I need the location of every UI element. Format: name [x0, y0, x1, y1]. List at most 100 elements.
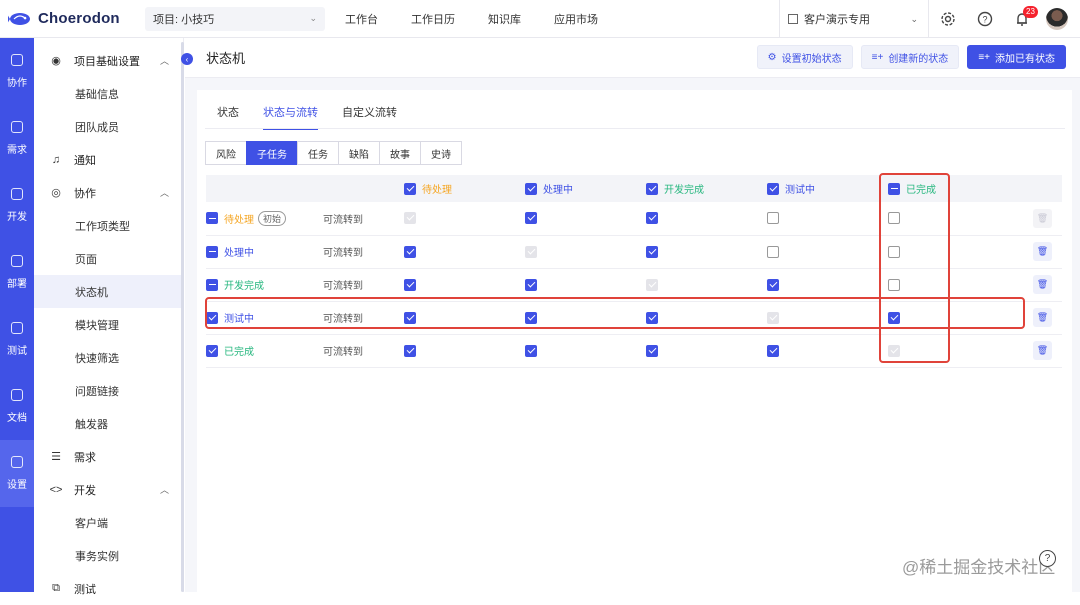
create-state-button[interactable]: ≡+ 创建新的状态	[860, 45, 960, 69]
column-select-all-checkbox[interactable]	[767, 182, 779, 195]
notifications-button[interactable]: 23	[1003, 0, 1040, 38]
transition-checkbox[interactable]	[888, 311, 900, 324]
row-checkbox[interactable]	[206, 278, 218, 291]
transition-cell	[888, 268, 1033, 302]
nav-workbench[interactable]: 工作台	[345, 11, 378, 27]
sidebar-scrollbar[interactable]	[181, 42, 184, 592]
chevron-up-icon: ︿	[159, 485, 169, 495]
module-settings[interactable]: 设置	[0, 440, 34, 507]
sidebar-item-modules[interactable]: 模块管理	[34, 308, 183, 341]
sidebar-item-quick-filters[interactable]: 快速筛选	[34, 341, 183, 374]
nav-calendar[interactable]: 工作日历	[411, 11, 455, 27]
tab-states[interactable]: 状态	[217, 104, 239, 130]
tab-states-transitions[interactable]: 状态与流转	[263, 104, 318, 130]
brand-logo[interactable]: Choerodon	[0, 10, 145, 28]
sidebar-item-pages[interactable]: 页面	[34, 242, 183, 275]
bell-icon: ♫	[51, 153, 61, 166]
help-button[interactable]: ?	[966, 0, 1003, 38]
issue-type-task[interactable]: 任务	[297, 141, 339, 165]
sidebar-item-issue-links[interactable]: 问题链接	[34, 374, 183, 407]
collapse-sidebar-button[interactable]: ‹	[181, 53, 193, 65]
transition-checkbox[interactable]	[888, 212, 900, 225]
sidebar-group-collab[interactable]: ◎ 协作 ︿	[34, 176, 183, 209]
table-row: 测试中 可流转到 🗑	[206, 301, 1062, 335]
tab-custom-transitions[interactable]: 自定义流转	[342, 104, 397, 130]
issue-type-risk[interactable]: 风险	[205, 141, 247, 165]
collab-icon	[11, 54, 23, 66]
chevron-down-icon: ⌄	[910, 13, 918, 24]
column-header-label: 测试中	[785, 185, 815, 196]
code-icon	[11, 188, 23, 200]
delete-state-button[interactable]: 🗑	[1033, 242, 1052, 261]
transition-checkbox[interactable]	[525, 344, 537, 357]
column-select-all-checkbox[interactable]	[404, 182, 416, 195]
sidebar-group-requirements[interactable]: ☰ 需求	[34, 440, 183, 473]
issue-type-story[interactable]: 故事	[379, 141, 421, 165]
project-select[interactable]: 项目: 小技巧 ⌄	[145, 6, 325, 31]
transition-checkbox[interactable]	[404, 311, 416, 324]
transition-checkbox[interactable]	[888, 245, 900, 258]
column-select-all-checkbox[interactable]	[525, 182, 537, 195]
row-checkbox[interactable]	[206, 245, 218, 258]
help-float-button[interactable]: ?	[1039, 550, 1056, 567]
sidebar-item-transaction-instances[interactable]: 事务实例	[34, 539, 183, 572]
transition-checkbox[interactable]	[646, 245, 658, 258]
sidebar-item-basic-info[interactable]: 基础信息	[34, 77, 183, 110]
transition-checkbox[interactable]	[404, 245, 416, 258]
module-dev[interactable]: 开发	[0, 172, 34, 239]
sidebar-item-team-members[interactable]: 团队成员	[34, 110, 183, 143]
transition-checkbox[interactable]	[767, 344, 779, 357]
nav-knowledge[interactable]: 知识库	[488, 11, 521, 27]
module-requirements[interactable]: 需求	[0, 105, 34, 172]
column-select-all-checkbox[interactable]	[888, 182, 900, 195]
transition-cell	[525, 268, 646, 302]
list-icon: ☰	[51, 451, 61, 463]
sidebar-group-notifications[interactable]: ♫ 通知	[34, 143, 183, 176]
module-docs[interactable]: 文档	[0, 373, 34, 440]
transition-checkbox[interactable]	[888, 278, 900, 291]
issue-type-epic[interactable]: 史诗	[420, 141, 462, 165]
user-avatar[interactable]	[1046, 8, 1068, 30]
row-checkbox[interactable]	[206, 344, 218, 357]
transition-checkbox[interactable]	[767, 212, 779, 225]
add-list-icon: ≡+	[978, 51, 990, 63]
sidebar-group-project-settings[interactable]: ◉ 项目基础设置 ︿	[34, 44, 183, 77]
transition-checkbox[interactable]	[404, 278, 416, 291]
settings-icon	[11, 456, 23, 468]
transition-checkbox[interactable]	[525, 311, 537, 324]
set-initial-state-button[interactable]: ⚙ 设置初始状态	[756, 45, 853, 69]
add-existing-state-button[interactable]: ≡+ 添加已有状态	[967, 45, 1066, 69]
sidebar-item-triggers[interactable]: 触发器	[34, 407, 183, 440]
module-collab[interactable]: 协作	[0, 38, 34, 105]
sidebar-item-issue-types[interactable]: 工作项类型	[34, 209, 183, 242]
transition-checkbox[interactable]	[525, 212, 537, 225]
notification-badge: 23	[1023, 6, 1038, 18]
issue-type-subtask[interactable]: 子任务	[246, 141, 298, 165]
row-checkbox[interactable]	[206, 311, 218, 324]
module-test[interactable]: 测试	[0, 306, 34, 373]
delete-state-button[interactable]: 🗑	[1033, 275, 1052, 294]
transition-checkbox[interactable]	[767, 245, 779, 258]
settings-button[interactable]	[929, 0, 966, 38]
transition-checkbox[interactable]	[404, 344, 416, 357]
org-select[interactable]: 客户演示专用 ⌄	[779, 0, 929, 38]
fish-logo-icon	[8, 12, 30, 25]
transition-checkbox[interactable]	[646, 212, 658, 225]
sidebar-group-dev[interactable]: <> 开发 ︿	[34, 473, 183, 506]
transition-checkbox[interactable]	[646, 311, 658, 324]
delete-state-button[interactable]: 🗑	[1033, 308, 1052, 327]
issue-type-bug[interactable]: 缺陷	[338, 141, 380, 165]
nav-market[interactable]: 应用市场	[554, 11, 598, 27]
sidebar-group-test[interactable]: ⧉ 测试	[34, 572, 183, 605]
sidebar-item-clients[interactable]: 客户端	[34, 506, 183, 539]
sidebar-item-state-machine[interactable]: 状态机	[34, 275, 183, 308]
column-select-all-checkbox[interactable]	[646, 182, 658, 195]
row-checkbox[interactable]	[206, 212, 218, 225]
transition-checkbox[interactable]	[646, 344, 658, 357]
module-deploy[interactable]: 部署	[0, 239, 34, 306]
transition-checkbox[interactable]	[525, 278, 537, 291]
header-blank	[323, 175, 404, 202]
transition-checkbox[interactable]	[767, 278, 779, 291]
module-label: 文档	[7, 413, 27, 424]
delete-state-button[interactable]: 🗑	[1033, 341, 1052, 360]
